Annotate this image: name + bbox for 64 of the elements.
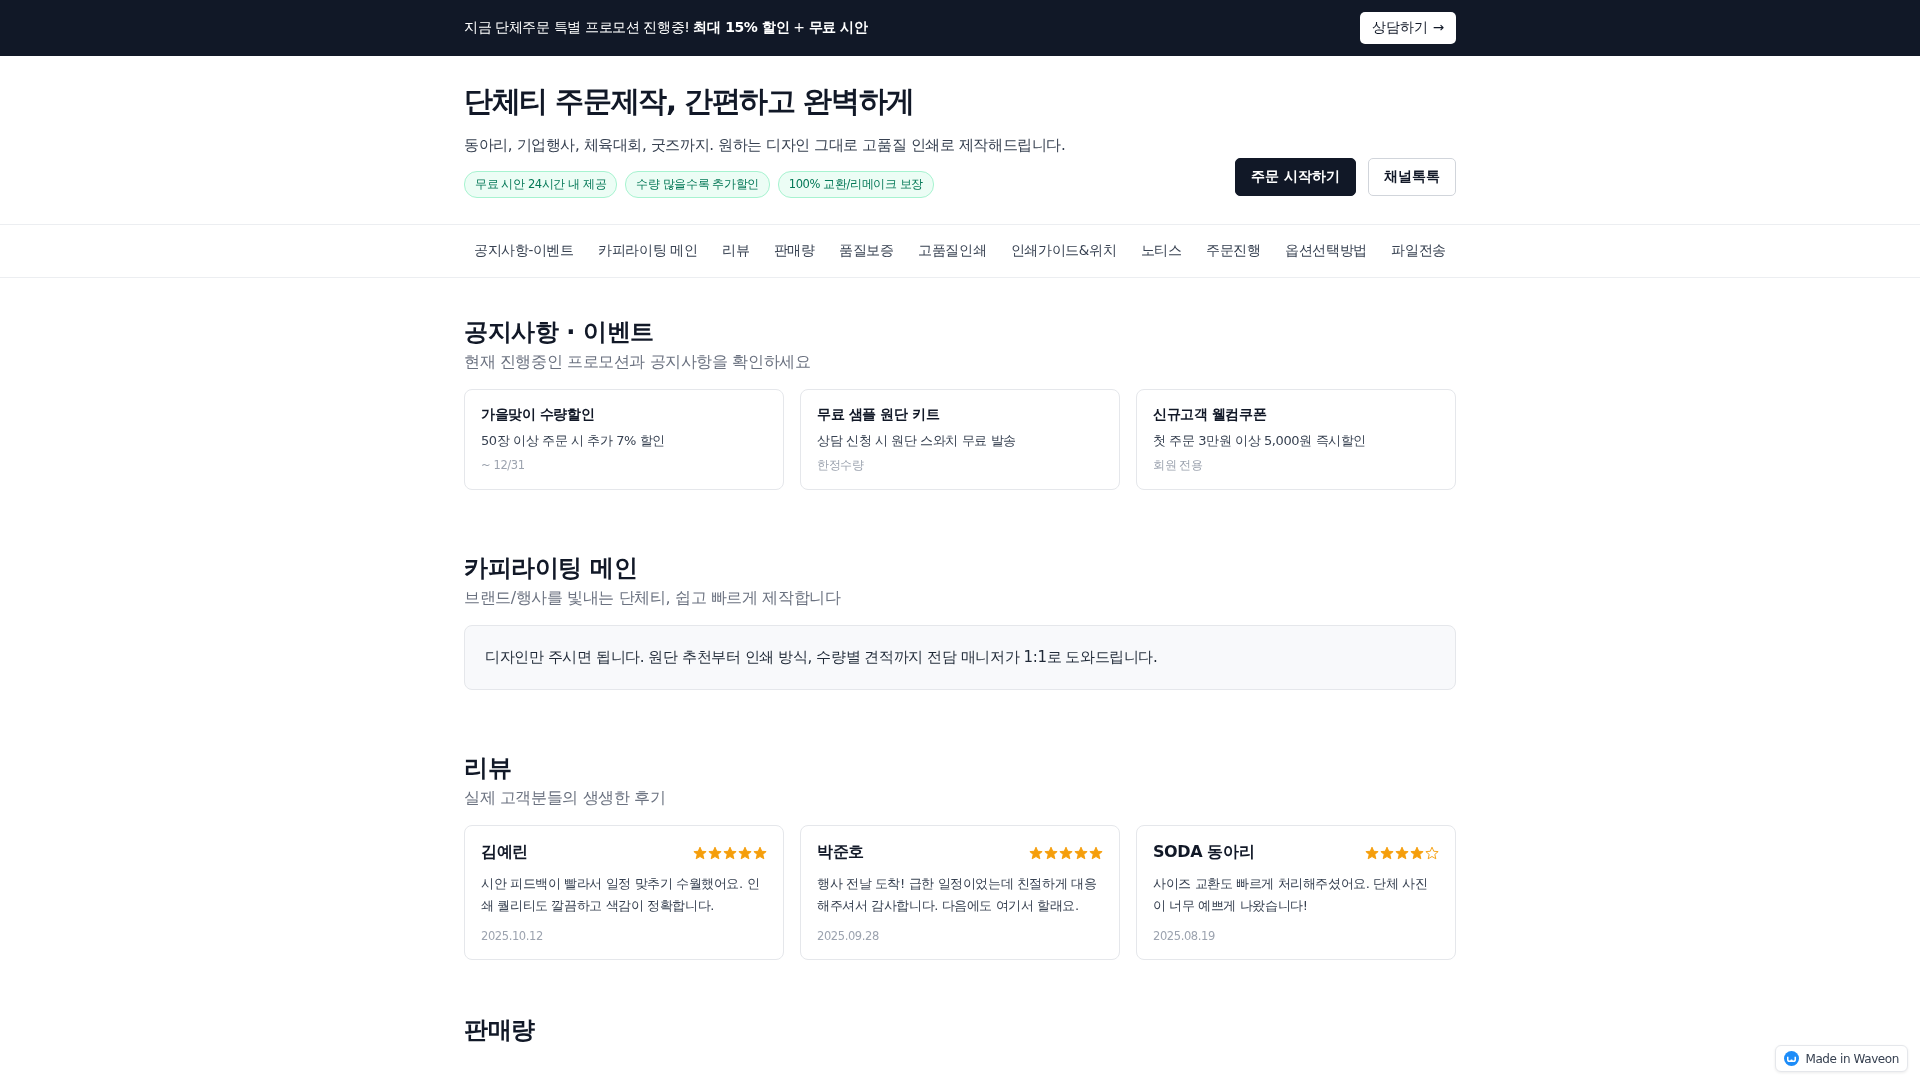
star-filled-icon [1029, 845, 1043, 860]
feature-badge: 무료 시안 24시간 내 제공 [464, 171, 618, 198]
nav-link[interactable]: 카피라이팅 메인 [588, 236, 708, 266]
star-filled-icon [723, 845, 737, 860]
star-filled-icon [708, 845, 722, 860]
section-subtitle: 실제 고객분들의 생생한 후기 [464, 788, 667, 809]
consult-button[interactable]: 상담하기 → [1360, 12, 1456, 44]
review-text: 사이즈 교환도 빠르게 처리해주셨어요. 단체 사진이 너무 예쁘게 나왔습니다! [1153, 875, 1429, 915]
star-filled-icon [1089, 845, 1103, 860]
feature-badge: 수량 많을수록 추가할인 [625, 171, 770, 198]
reviewer-name: SODA 동아리 [1153, 842, 1255, 863]
reviewer-name: 김예린 [481, 842, 528, 863]
promo-text: 지금 단체주문 특별 프로모션 진행중! 최대 15% 할인 + 무료 시안 [464, 19, 868, 37]
review-date: 2025.10.12 [481, 929, 544, 943]
start-order-button[interactable]: 주문 시작하기 [1235, 158, 1356, 196]
badge-label: Made in Waveon [1805, 1051, 1899, 1066]
review-text: 시안 피드백이 빨라서 일정 맞추기 수월했어요. 인쇄 퀄리티도 깔끔하고 색감이 정확합니다. [481, 875, 761, 915]
notice-text: 첫 주문 3만원 이상 5,000원 즉시할인 [1153, 432, 1367, 450]
star-filled-icon [1059, 845, 1073, 860]
star-filled-icon [1395, 845, 1409, 860]
hero-subtitle: 동아리, 기업행사, 체육대회, 굿즈까지. 원하는 디자인 그대로 고품질 인쇄로 제작해드립니다. [464, 136, 1066, 155]
nav-link[interactable]: 품질보증 [829, 236, 904, 266]
review-text: 행사 전날 도착! 급한 일정이었는데 친절하게 대응해주셔서 감사합니다. 다음에도 여기서 할래요. [817, 875, 1098, 915]
nav-link[interactable]: 인쇄가이드&위치 [1000, 236, 1127, 266]
review-date: 2025.09.28 [817, 929, 880, 943]
star-filled-icon [1044, 845, 1058, 860]
star-filled-icon [753, 845, 767, 860]
nav-link[interactable]: 공지사항-이벤트 [464, 236, 584, 266]
section-title: 공지사항 · 이벤트 [464, 317, 655, 348]
star-outline-icon [1425, 845, 1439, 860]
star-filled-icon [1410, 845, 1424, 860]
nav-link[interactable]: 옵션선택방법 [1275, 236, 1377, 266]
star-filled-icon [1380, 845, 1394, 860]
notice-title: 신규고객 웰컴쿠폰 [1153, 406, 1268, 424]
nav-link[interactable]: 노티스 [1130, 236, 1192, 266]
section-title: 판매량 [464, 1015, 536, 1046]
notice-meta: ~ 12/31 [481, 458, 526, 472]
star-filled-icon [1365, 845, 1379, 860]
section-title: 리뷰 [464, 753, 513, 784]
section-subtitle: 브랜드/행사를 빛내는 단체티, 쉽고 빠르게 제작합니다 [464, 588, 842, 609]
made-in-badge[interactable]: Made in Waveon [1775, 1045, 1908, 1072]
star-filled-icon [738, 845, 752, 860]
notice-text: 상담 신청 시 원단 스와치 무료 발송 [817, 432, 1017, 450]
hero-title: 단체티 주문제작, 간편하고 완벽하게 [464, 83, 915, 120]
feature-badge: 100% 교환/리메이크 보장 [777, 171, 934, 198]
section-subtitle: 현재 진행중인 프로모션과 공지사항을 확인하세요 [464, 352, 812, 373]
notice-title: 가을맞이 수량할인 [481, 406, 596, 424]
nav-link[interactable]: 고품질인쇄 [908, 236, 997, 266]
star-filled-icon [693, 845, 707, 860]
notice-title: 무료 샘플 원단 키트 [817, 406, 941, 424]
star-filled-icon [1074, 845, 1088, 860]
logo-icon [1784, 1051, 1800, 1066]
chat-button[interactable]: 채널톡톡 [1368, 158, 1456, 196]
section-title: 카피라이팅 메인 [464, 553, 639, 584]
notice-text: 50장 이상 주문 시 추가 7% 할인 [481, 432, 666, 450]
review-date: 2025.08.19 [1153, 929, 1216, 943]
notice-meta: 회원 전용 [1153, 458, 1204, 473]
copy-text: 디자인만 주시면 됩니다. 원단 추천부터 인쇄 방식, 수량별 견적까지 전담 매니저가 1:1로 도와드립니다. [464, 625, 1456, 690]
reviewer-name: 박준호 [817, 842, 864, 863]
notice-meta: 한정수량 [817, 458, 865, 473]
nav-link[interactable]: 주문진행 [1196, 236, 1271, 266]
nav-link[interactable]: 리뷰 [712, 236, 760, 266]
nav-link[interactable]: 판매량 [763, 236, 825, 266]
nav-link[interactable]: 파일전송 [1381, 236, 1456, 266]
